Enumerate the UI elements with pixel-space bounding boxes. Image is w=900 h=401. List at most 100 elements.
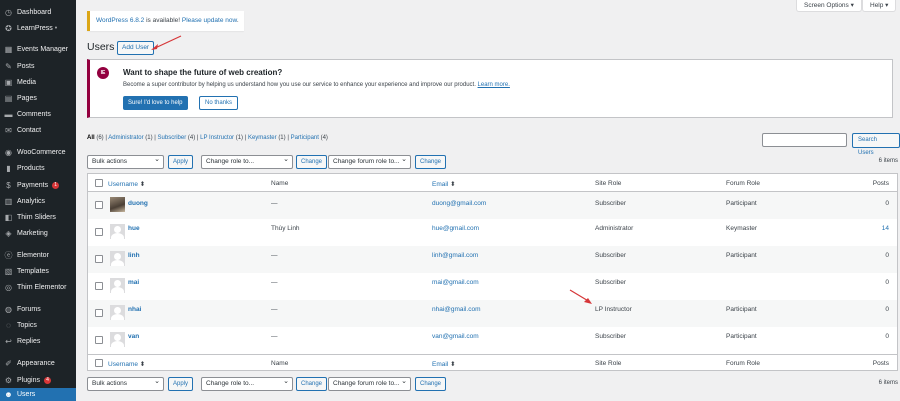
change-role-button-bottom[interactable]: Change	[296, 377, 328, 391]
filter-administrator[interactable]: Administrator (1)	[108, 135, 152, 141]
change-forum-role-select[interactable]: Change forum role to...	[328, 154, 411, 169]
name-cell: —	[271, 306, 278, 313]
row-checkbox[interactable]	[95, 255, 103, 263]
column-username-footer[interactable]: Username ⬍	[108, 360, 145, 368]
username-link[interactable]: nhai	[128, 306, 141, 313]
items-count: 6 items	[878, 158, 898, 164]
sidebar-item-dashboard[interactable]: ◷ Dashboard	[0, 5, 76, 19]
email-link[interactable]: linh@gmail.com	[432, 252, 478, 259]
search-users-button[interactable]: Search Users	[852, 133, 900, 156]
change-role-select-bottom[interactable]: Change role to...	[201, 376, 293, 391]
filter-keymaster[interactable]: Keymaster (1)	[248, 135, 286, 141]
thim-elementor-icon: ◎	[5, 282, 12, 292]
column-email[interactable]: Email ⬍	[432, 180, 456, 188]
row-checkbox[interactable]	[95, 336, 103, 344]
sliders-icon: ◧	[4, 212, 13, 222]
apply-button[interactable]: Apply	[168, 155, 194, 169]
sidebar-item-label: Replies	[17, 337, 41, 345]
sidebar-item-templates[interactable]: ▧ Templates	[0, 264, 76, 278]
sidebar-item-learnpress[interactable]: ✪ LearnPress •	[0, 21, 76, 35]
column-email-footer[interactable]: Email ⬍	[432, 360, 456, 368]
sidebar-item-pages[interactable]: ▤ Pages	[0, 91, 76, 105]
sidebar-item-topics[interactable]: ◌ Topics	[0, 318, 76, 332]
email-link[interactable]: van@gmail.com	[432, 333, 479, 340]
name-cell: —	[271, 252, 278, 259]
update-now-link[interactable]: Please update now	[182, 17, 237, 24]
plugins-icon: ⚙	[4, 375, 13, 385]
posts-cell[interactable]: 14	[882, 225, 889, 232]
sidebar-item-events-manager[interactable]: ▦ Events Manager	[0, 42, 76, 56]
sidebar-item-posts[interactable]: ✎ Posts	[0, 59, 76, 73]
filter-participant[interactable]: Participant (4)	[291, 135, 328, 141]
sidebar-item-replies[interactable]: ↩ Replies	[0, 334, 76, 348]
bulk-actions-select-bottom[interactable]: Bulk actions	[87, 376, 164, 391]
topics-icon: ◌	[6, 320, 11, 330]
change-role-button[interactable]: Change	[296, 155, 328, 169]
banner-body: Become a super contributor by helping us…	[123, 82, 510, 88]
forums-icon: ◍	[5, 304, 12, 314]
email-link[interactable]: nhai@gmail.com	[432, 306, 481, 313]
sidebar-item-products[interactable]: ▮ Products	[0, 161, 76, 175]
wordpress-version-link[interactable]: WordPress 6.8.2	[96, 17, 144, 24]
filter-lp-instructor[interactable]: LP Instructor (1)	[200, 135, 243, 141]
username-link[interactable]: linh	[128, 252, 140, 259]
username-link[interactable]: duong	[128, 200, 148, 207]
sidebar-item-comments[interactable]: ▬ Comments	[0, 107, 76, 121]
row-checkbox[interactable]	[95, 309, 103, 317]
comments-icon: ▬	[4, 109, 13, 119]
filter-subscriber[interactable]: Subscriber (4)	[158, 135, 196, 141]
sort-icon: ⬍	[450, 181, 456, 188]
site-role-cell: Subscriber	[595, 200, 627, 207]
posts-cell: 0	[885, 200, 889, 207]
sidebar-item-label: Forums	[17, 305, 41, 313]
dashboard-icon: ◷	[5, 7, 12, 17]
username-link[interactable]: van	[128, 333, 139, 340]
sidebar-item-analytics[interactable]: ▥ Analytics	[0, 194, 76, 208]
update-dot: •	[54, 24, 58, 32]
select-all-checkbox[interactable]	[95, 179, 103, 187]
name-cell: Thùy Linh	[271, 225, 300, 232]
sidebar-item-media[interactable]: ▣ Media	[0, 75, 76, 89]
email-link[interactable]: hue@gmail.com	[432, 225, 479, 232]
name-cell: —	[271, 279, 278, 286]
screen-options-button[interactable]: Screen Options ▾	[796, 0, 862, 12]
search-users-input[interactable]	[762, 133, 847, 147]
replies-icon: ↩	[5, 336, 12, 346]
sidebar-item-plugins[interactable]: ⚙ Plugins 4	[0, 373, 76, 387]
sidebar-item-thim-sliders[interactable]: ◧ Thim Sliders	[0, 210, 76, 224]
learn-more-link[interactable]: Learn more.	[478, 82, 510, 88]
row-checkbox[interactable]	[95, 201, 103, 209]
sidebar-item-contact[interactable]: ✉ Contact	[0, 123, 76, 137]
sidebar-item-marketing[interactable]: ◈ Marketing	[0, 226, 76, 240]
forum-role-cell: Participant	[726, 252, 757, 259]
sidebar-item-payments[interactable]: $ Payments 1	[0, 178, 76, 192]
change-forum-role-select-bottom[interactable]: Change forum role to...	[328, 376, 411, 391]
sidebar-item-thim-elementor[interactable]: ◎ Thim Elementor	[0, 280, 76, 294]
table-row: hue Thùy Linh hue@gmail.com Administrato…	[88, 219, 897, 246]
row-checkbox[interactable]	[95, 228, 103, 236]
select-all-checkbox-footer[interactable]	[95, 359, 103, 367]
help-button[interactable]: Help ▾	[862, 0, 897, 12]
sidebar-item-users[interactable]: ☻ Users	[0, 388, 76, 401]
username-link[interactable]: mai	[128, 279, 139, 286]
add-user-button[interactable]: Add User	[117, 41, 155, 55]
apply-button-bottom[interactable]: Apply	[168, 377, 194, 391]
column-username[interactable]: Username ⬍	[108, 180, 145, 188]
email-link[interactable]: mai@gmail.com	[432, 279, 479, 286]
sidebar-item-appearance[interactable]: ✐ Appearance	[0, 356, 76, 370]
change-forum-role-button-bottom[interactable]: Change	[415, 377, 447, 391]
bulk-actions-select[interactable]: Bulk actions	[87, 154, 164, 169]
filter-all[interactable]: All (6)	[87, 135, 104, 141]
change-role-select[interactable]: Change role to...	[201, 154, 293, 169]
accept-help-button[interactable]: Sure! I'd love to help	[123, 96, 188, 110]
avatar	[110, 305, 125, 320]
update-notice: WordPress 6.8.2 is available! Please upd…	[87, 11, 244, 31]
username-link[interactable]: hue	[128, 225, 140, 232]
sidebar-item-elementor[interactable]: ⓔ Elementor	[0, 248, 76, 262]
sidebar-item-forums[interactable]: ◍ Forums	[0, 302, 76, 316]
no-thanks-button[interactable]: No thanks	[199, 96, 239, 110]
change-forum-role-button[interactable]: Change	[415, 155, 447, 169]
row-checkbox[interactable]	[95, 282, 103, 290]
email-link[interactable]: duong@gmail.com	[432, 200, 486, 207]
sidebar-item-woocommerce[interactable]: ◉ WooCommerce	[0, 145, 76, 159]
